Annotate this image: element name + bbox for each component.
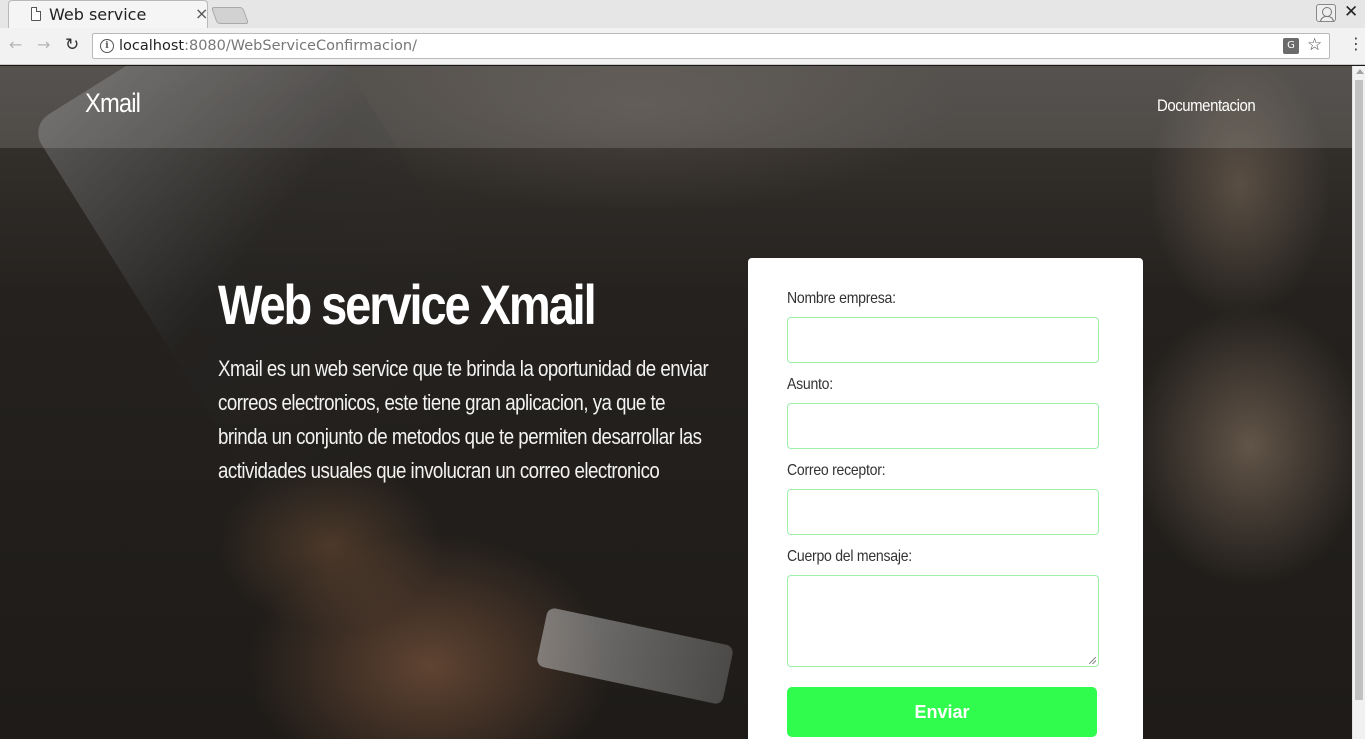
tab-close-icon[interactable]: × xyxy=(195,5,208,23)
arrow-right-icon[interactable]: → xyxy=(37,36,50,54)
url-path: :8080/WebServiceConfirmacion/ xyxy=(184,38,417,54)
scroll-thumb[interactable] xyxy=(1355,80,1363,700)
subject-input[interactable] xyxy=(787,403,1099,449)
body-label: Cuerpo del mensaje: xyxy=(787,548,912,565)
arrow-left-icon[interactable]: ← xyxy=(9,36,22,54)
translate-icon[interactable]: G xyxy=(1283,38,1299,54)
body-textarea[interactable] xyxy=(787,575,1099,667)
page-title: Web service Xmail xyxy=(218,273,597,336)
window-close-icon[interactable]: ✕ xyxy=(1344,2,1358,22)
recipient-label: Correo receptor: xyxy=(787,462,886,479)
resize-handle-icon[interactable] xyxy=(1089,657,1096,664)
recipient-input[interactable] xyxy=(787,489,1099,535)
company-input[interactable] xyxy=(787,317,1099,363)
profile-icon[interactable] xyxy=(1316,4,1336,22)
site-header: Xmail Documentacion xyxy=(0,66,1352,148)
document-icon xyxy=(31,7,41,21)
page-scrollbar[interactable] xyxy=(1352,66,1365,739)
new-tab-button[interactable] xyxy=(210,7,250,24)
info-icon[interactable]: i xyxy=(100,39,114,53)
browser-tab[interactable]: Web service × xyxy=(8,0,208,28)
tab-title: Web service xyxy=(49,5,147,24)
page-viewport: Xmail Documentacion Web service Xmail Xm… xyxy=(0,66,1352,739)
email-form: Nombre empresa: Asunto: Correo receptor:… xyxy=(748,258,1143,739)
subject-label: Asunto: xyxy=(787,376,833,393)
star-icon[interactable]: ☆ xyxy=(1307,35,1322,55)
address-bar[interactable]: i localhost:8080/WebServiceConfirmacion/… xyxy=(92,33,1330,59)
company-label: Nombre empresa: xyxy=(787,290,896,307)
scroll-up-icon[interactable] xyxy=(1356,69,1364,74)
reload-icon[interactable]: ↻ xyxy=(65,36,79,54)
browser-tabstrip: Web service × ✕ xyxy=(0,0,1365,28)
nav-link-documentacion[interactable]: Documentacion xyxy=(1157,96,1256,116)
browser-toolbar: ← → ↻ i localhost:8080/WebServiceConfirm… xyxy=(0,28,1365,65)
background-photo-watch xyxy=(535,606,735,706)
brand-logo[interactable]: Xmail xyxy=(85,88,141,119)
menu-icon[interactable]: ⋮ xyxy=(1348,35,1364,53)
submit-button[interactable]: Enviar xyxy=(787,687,1097,737)
hero-description: Xmail es un web service que te brinda la… xyxy=(218,356,709,483)
url-text[interactable]: localhost:8080/WebServiceConfirmacion/ xyxy=(119,38,417,54)
url-host: localhost xyxy=(119,38,185,54)
